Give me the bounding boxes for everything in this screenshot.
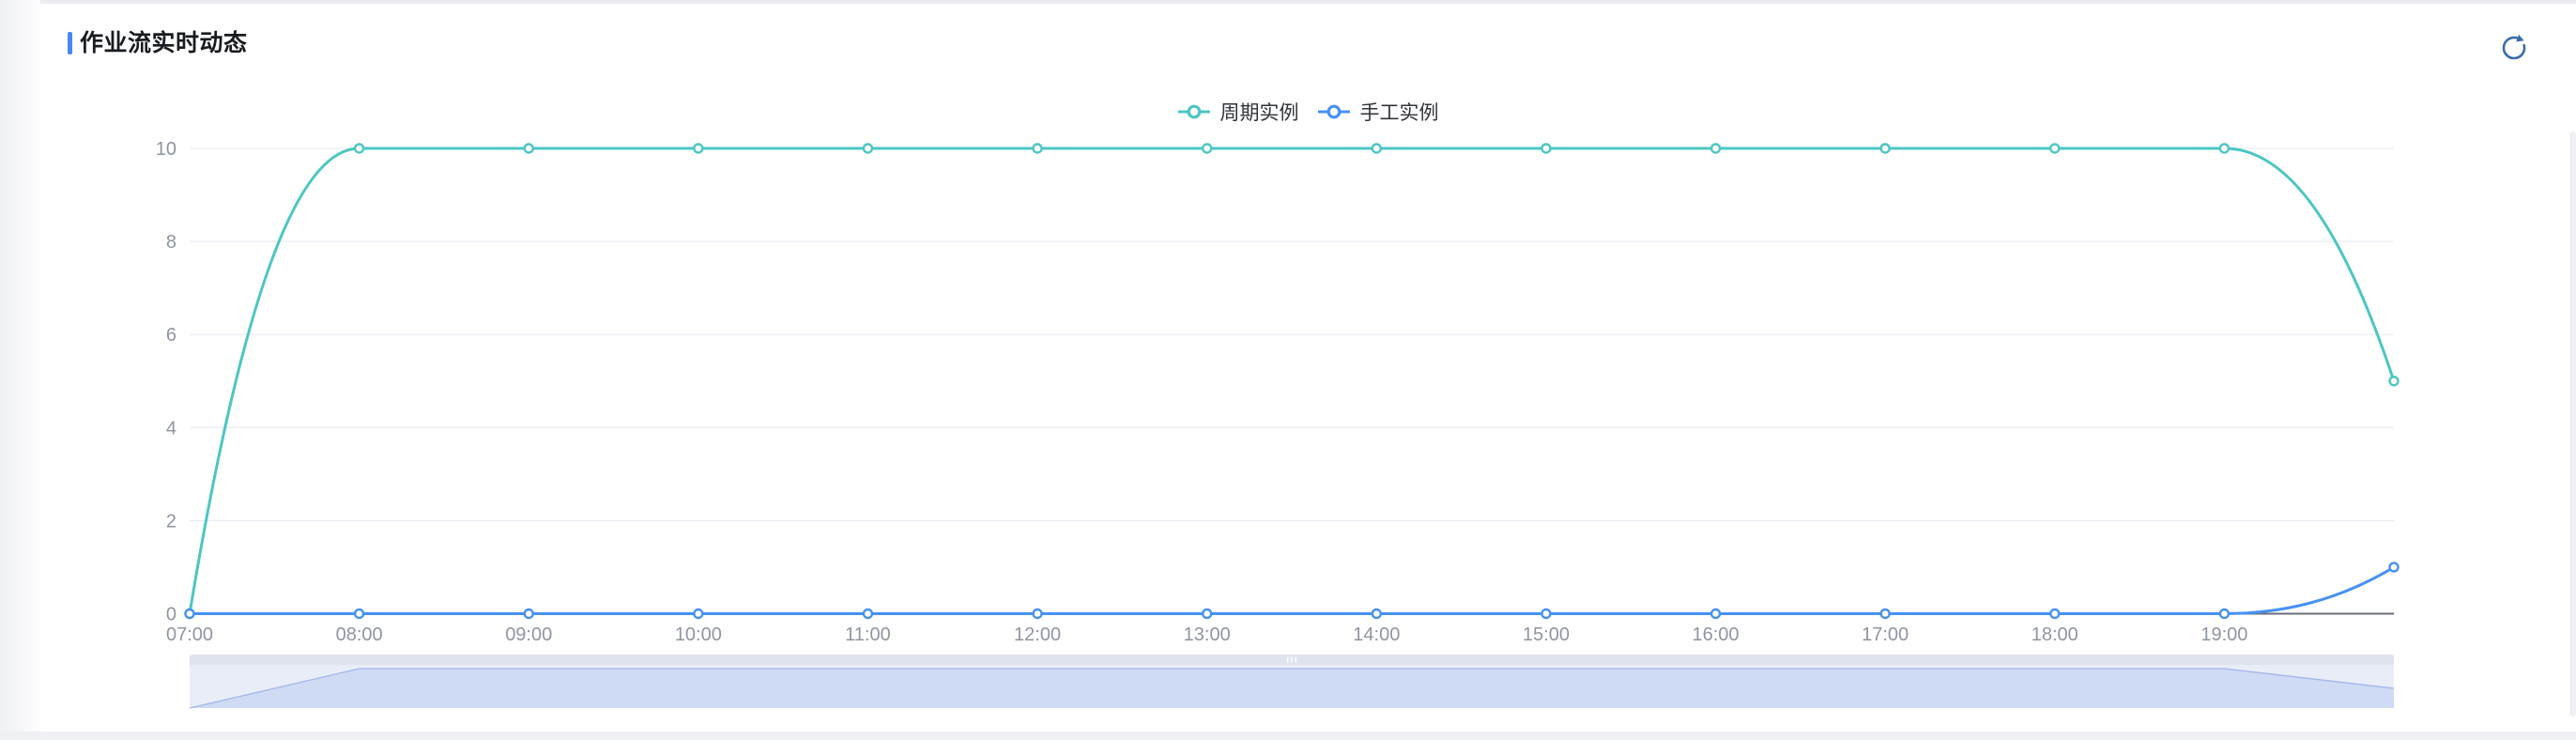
legend-item-manual[interactable]: 手工实例 [1318, 98, 1439, 126]
refresh-button[interactable] [2500, 34, 2528, 62]
page-title: 作业流实时动态 [80, 32, 248, 54]
page-bottom-gap [0, 732, 2576, 740]
title-accent-bar [68, 32, 72, 54]
page-left-background [0, 0, 40, 740]
chart-legend: 周期实例 手工实例 [40, 100, 2576, 123]
datazoom-slider[interactable] [190, 655, 2394, 708]
legend-line-symbol-icon [1318, 104, 1350, 119]
legend-item-label: 周期实例 [1220, 98, 1299, 126]
scrollbar[interactable] [2570, 131, 2576, 717]
legend-item-label: 手工实例 [1360, 98, 1439, 126]
legend-item-cycle[interactable]: 周期实例 [1178, 98, 1299, 126]
page: 作业流实时动态 周期实例手工实例 024681007:0008:0009:001… [0, 0, 2576, 740]
refresh-icon [2500, 34, 2528, 62]
datazoom-data-shadow [190, 669, 2394, 708]
chart-plot-area[interactable] [190, 148, 2394, 614]
datazoom-move-handle[interactable] [190, 655, 2394, 665]
legend-line-symbol-icon [1178, 104, 1210, 119]
